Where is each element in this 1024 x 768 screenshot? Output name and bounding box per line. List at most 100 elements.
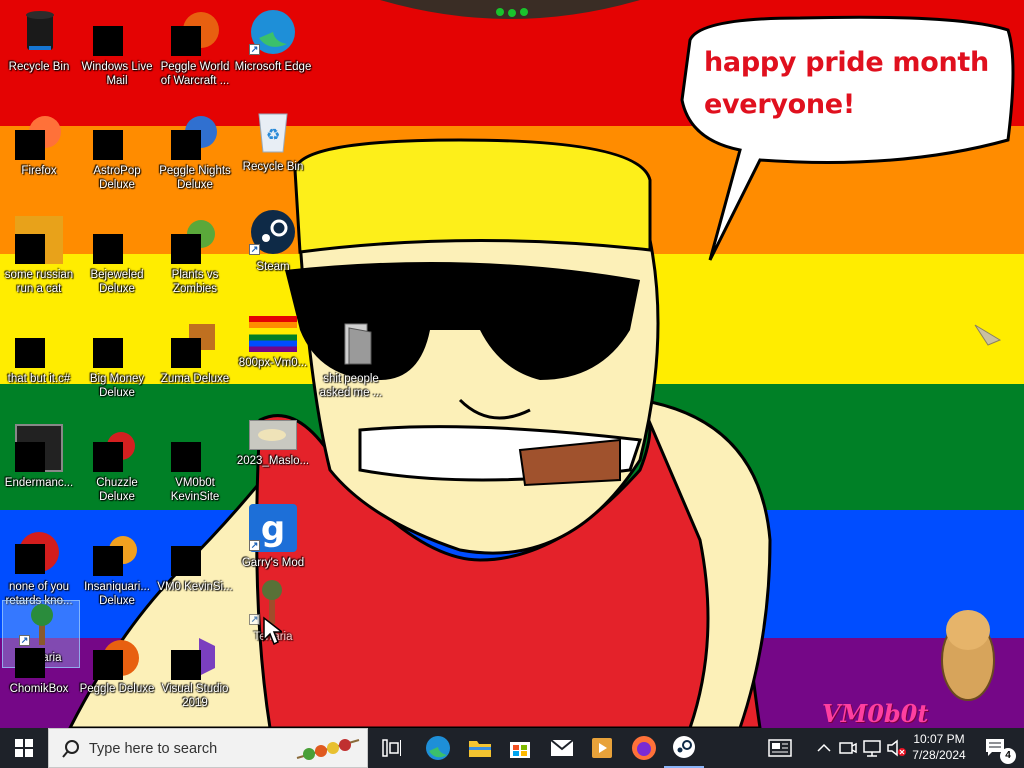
desktop-icon-chomikbox[interactable]: ChomikBox (0, 628, 78, 724)
speech-bubble-text: happy pride month everyone! (704, 42, 994, 126)
desktop-icon-peggle-nights[interactable]: Peggle Nights Deluxe (156, 108, 234, 204)
taskbar-movies-tv[interactable] (582, 728, 622, 768)
desktop-icon-that-but[interactable]: that but it.c# (0, 316, 78, 412)
document-icon (15, 216, 63, 264)
desktop-icon-bejeweled[interactable]: Bejeweled Deluxe (78, 212, 156, 308)
terminal-icon (15, 424, 63, 472)
show-hidden-icons-button[interactable] (814, 738, 834, 758)
icon-label: VM0b0t KevinSite (170, 477, 220, 503)
icon-label: Bejeweled Deluxe (90, 269, 144, 295)
taskbar-search-box[interactable]: Type here to search (48, 728, 368, 768)
clock-date: 7/28/2024 (912, 748, 966, 762)
mouse-cursor-icon (263, 616, 282, 646)
icon-label: Recycle Bin (242, 161, 304, 173)
mail-icon (550, 739, 574, 756)
taskbar-clock[interactable]: 10:07 PM 7/28/2024 (905, 731, 973, 763)
clock-time: 10:07 PM (913, 732, 965, 746)
edge-icon: ↗ (249, 8, 297, 56)
icon-label: Zuma Deluxe (160, 373, 230, 385)
desktop-icon-vm0b0t-kevinsite[interactable]: VM0b0t KevinSite (156, 420, 234, 516)
desktop-icon-big-money[interactable]: Big Money Deluxe (78, 316, 156, 412)
search-icon (62, 740, 79, 758)
network-button[interactable] (862, 738, 882, 758)
desktop-icon-shit-people-folder[interactable]: shit people asked me ... (312, 316, 390, 412)
firefox-icon (15, 112, 63, 160)
desktop-icon-steam[interactable]: ↗ Steam (234, 204, 312, 300)
search-highlight-kebab-icon (296, 739, 360, 760)
task-view-button[interactable] (372, 728, 412, 768)
file-stack-icon (15, 320, 63, 368)
app-icon (171, 424, 219, 472)
desktop-icon-peggle-deluxe[interactable]: Peggle Deluxe (78, 628, 156, 724)
icon-label: 2023_Maslo... (236, 455, 310, 467)
store-icon (510, 742, 530, 758)
desktop-icon-visual-studio[interactable]: Visual Studio 2019 (156, 628, 234, 724)
desktop-icon-some-russian[interactable]: some russian run a cat (0, 212, 78, 308)
recycle-bin-icon: ♻ (249, 108, 297, 156)
desktop-icon-800px-image[interactable]: 800px-Vm0... (234, 308, 312, 404)
icon-label: Firefox (21, 165, 57, 177)
icon-label: Windows Live Mail (81, 61, 153, 87)
desktop-icon-chuzzle[interactable]: Chuzzle Deluxe (78, 420, 156, 516)
desktop-icon-astropop[interactable]: AstroPop Deluxe (78, 108, 156, 204)
icon-label: Peggle Deluxe (79, 683, 155, 695)
artist-signature: VM0b0t (822, 699, 929, 728)
folder-icon (327, 320, 375, 368)
icon-label: Plants vs Zombies (171, 269, 219, 295)
mail-icon (93, 8, 141, 56)
desktop-icon-recycle-bin[interactable]: Recycle Bin (0, 4, 78, 100)
desktop-icon-firefox[interactable]: Firefox (0, 108, 78, 204)
notification-count-badge: 4 (1000, 748, 1016, 764)
icon-label: Visual Studio 2019 (161, 683, 229, 709)
desktop-icon-endermanc[interactable]: Endermanc... (0, 420, 78, 516)
start-button[interactable] (4, 728, 44, 768)
taskbar-steam[interactable] (664, 728, 704, 768)
desktop-icon-plants-vs-zombies[interactable]: Plants vs Zombies (156, 212, 234, 308)
steam-icon (673, 736, 695, 758)
image-thumbnail-icon (249, 316, 297, 352)
icon-label: Recycle Bin (8, 61, 70, 73)
taskbar-mail[interactable] (542, 728, 582, 768)
news-widget-button[interactable] (760, 728, 800, 768)
desktop-icon-insaniquarium[interactable]: Insaniquari... Deluxe (78, 524, 156, 620)
chevron-up-icon (817, 743, 831, 752)
icon-label: Insaniquari... Deluxe (84, 581, 150, 607)
icon-label: some russian run a cat (4, 269, 74, 295)
taskbar: Type here to search 10:07 PM 7/28/2024 4 (0, 728, 1024, 768)
edge-icon (426, 736, 450, 760)
speech-line-2: everyone! (704, 89, 855, 120)
desktop-icon-zuma[interactable]: Zuma Deluxe (156, 316, 234, 412)
gem-icon (93, 216, 141, 264)
icon-label: Peggle World of Warcraft ... (160, 61, 230, 87)
camera-icon (839, 742, 857, 754)
film-icon (592, 738, 612, 758)
desktop-icon-vm0-kevinsi[interactable]: VM0 KevinSi... (156, 524, 234, 620)
desktop-icon-maslo-image[interactable]: 2023_Maslo... (234, 412, 312, 508)
volume-button[interactable] (886, 738, 906, 758)
trash-can-icon (15, 8, 63, 56)
meet-now-button[interactable] (838, 738, 858, 758)
taskbar-file-explorer[interactable] (460, 728, 500, 768)
desktop-icon-microsoft-edge[interactable]: ↗ Microsoft Edge (234, 4, 312, 100)
icon-label: shit people asked me ... (319, 373, 383, 399)
action-center-button[interactable]: 4 (976, 728, 1016, 768)
taskbar-microsoft-store[interactable] (500, 728, 540, 768)
desktop-icon-windows-live-mail[interactable]: Windows Live Mail (78, 4, 156, 100)
icon-label: Chuzzle Deluxe (96, 477, 138, 503)
taskbar-edge[interactable] (418, 728, 458, 768)
desktop-icon-peggle-wow[interactable]: Peggle World of Warcraft ... (156, 4, 234, 100)
desktop-icon-recycle-bin-2[interactable]: ♻ Recycle Bin (234, 104, 312, 200)
firefox-icon (632, 736, 656, 760)
gmod-icon: g ↗ (249, 504, 297, 552)
peggle-icon (171, 8, 219, 56)
icon-label: Endermanc... (4, 477, 74, 489)
folder-icon (469, 741, 491, 757)
taskbar-firefox[interactable] (624, 728, 664, 768)
opera-icon (15, 528, 63, 576)
fish-icon (93, 528, 141, 576)
visual-studio-icon (171, 632, 219, 680)
plant-icon (171, 216, 219, 264)
speech-line-1: happy pride month (704, 47, 989, 78)
icon-label: AstroPop Deluxe (93, 165, 141, 191)
search-placeholder: Type here to search (89, 741, 218, 757)
